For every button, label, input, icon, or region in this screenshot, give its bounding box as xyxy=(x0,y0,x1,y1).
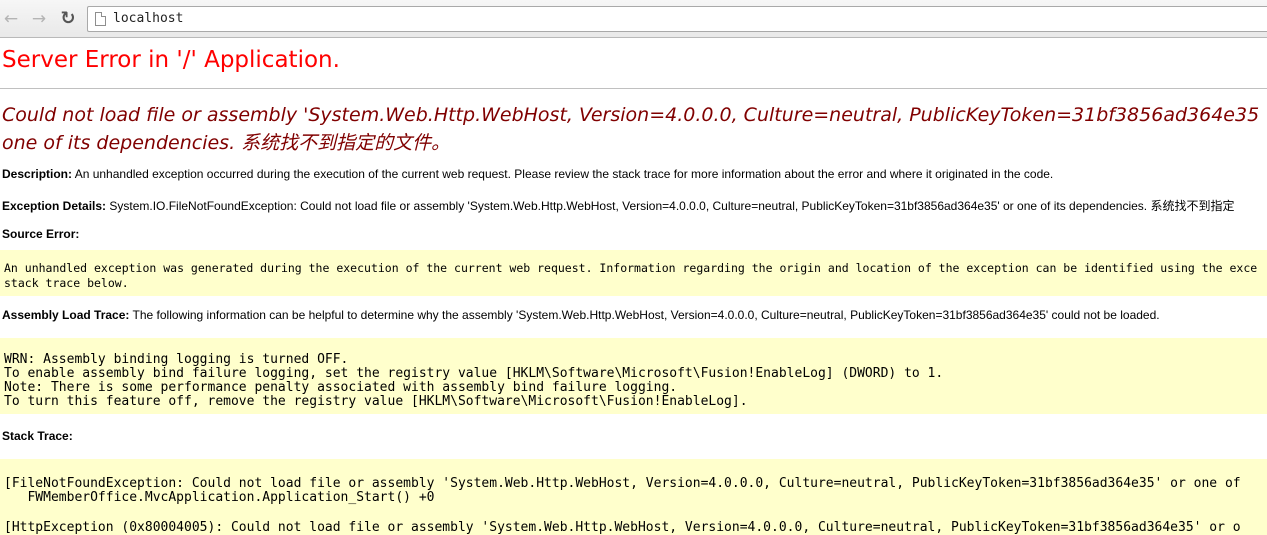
assembly-trace-line: To turn this feature off, remove the reg… xyxy=(4,394,748,409)
assembly-trace-line: To enable assembly bind failure logging,… xyxy=(4,366,944,381)
assembly-trace-text: The following information can be helpful… xyxy=(132,308,1160,322)
title-divider xyxy=(0,88,1267,89)
page-title: Server Error in '/' Application. xyxy=(2,47,340,73)
description-text: An unhandled exception occurred during t… xyxy=(74,167,1054,181)
exception-details-text: System.IO.FileNotFoundException: Could n… xyxy=(109,199,1235,213)
stack-trace-label: Stack Trace: xyxy=(2,429,73,443)
back-arrow-icon[interactable]: ← xyxy=(0,8,22,30)
source-error-box: An unhandled exception was generated dur… xyxy=(0,250,1267,296)
error-heading-line-1: Could not load file or assembly 'System.… xyxy=(2,104,1260,126)
address-text[interactable]: localhost xyxy=(113,11,183,26)
description-label: Description: xyxy=(2,167,73,181)
assembly-trace-line: Note: There is some performance penalty … xyxy=(4,380,678,395)
page-icon xyxy=(95,12,106,26)
exception-details-row: Exception Details: System.IO.FileNotFoun… xyxy=(2,197,1234,214)
source-error-label: Source Error: xyxy=(2,227,80,241)
stack-trace-line: [HttpException (0x80004005): Could not l… xyxy=(4,520,1241,535)
assembly-trace-box: WRN: Assembly binding logging is turned … xyxy=(0,338,1267,414)
stack-trace-line: FWMemberOffice.MvcApplication.Applicatio… xyxy=(4,490,435,505)
assembly-trace-line: WRN: Assembly binding logging is turned … xyxy=(4,352,349,367)
source-error-line-1: An unhandled exception was generated dur… xyxy=(4,261,1258,275)
exception-details-label: Exception Details: xyxy=(2,199,107,213)
address-bar[interactable]: localhost xyxy=(87,6,1267,32)
description-row: Description: An unhandled exception occu… xyxy=(2,167,1053,181)
stack-trace-line: [FileNotFoundException: Could not load f… xyxy=(4,476,1241,491)
assembly-trace-row: Assembly Load Trace: The following infor… xyxy=(2,308,1160,322)
assembly-trace-label: Assembly Load Trace: xyxy=(2,308,130,322)
page-content: Server Error in '/' Application. Could n… xyxy=(0,38,1267,535)
browser-toolbar: ← → ↻ localhost xyxy=(0,0,1267,38)
error-heading-line-2: one of its dependencies. 系统找不到指定的文件。 xyxy=(2,132,451,154)
source-error-row: Source Error: xyxy=(2,227,79,241)
stack-trace-row: Stack Trace: xyxy=(2,429,73,443)
forward-arrow-icon[interactable]: → xyxy=(28,8,50,30)
stack-trace-box: [FileNotFoundException: Could not load f… xyxy=(0,459,1267,535)
reload-icon[interactable]: ↻ xyxy=(57,8,79,30)
source-error-line-2: stack trace below. xyxy=(4,276,129,290)
